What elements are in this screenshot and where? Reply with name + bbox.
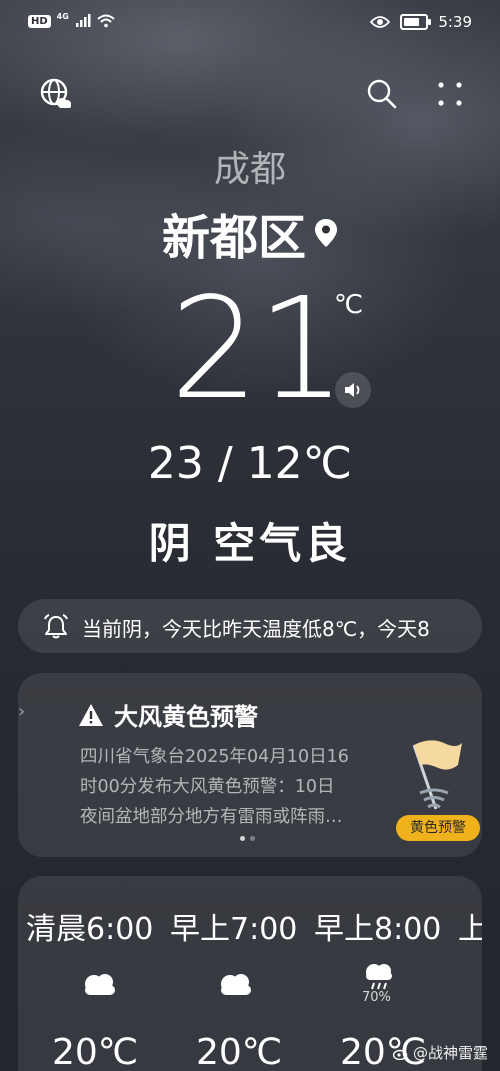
more-menu-icon[interactable] (436, 80, 464, 108)
alarm-bell-icon (44, 614, 68, 639)
ticker-text: 当前阴，今天比昨天温度低8℃，今天8 (82, 617, 430, 641)
hour-time: 早上8:00 (314, 912, 442, 947)
wifi-icon (97, 14, 115, 28)
weather-summary-ticker[interactable]: 当前阴，今天比昨天温度低8℃，今天8 (18, 599, 482, 653)
location-pin-icon (315, 219, 337, 247)
chevron-left-icon[interactable]: › (18, 701, 25, 722)
pager-dots (240, 836, 255, 841)
speaker-icon (345, 383, 360, 397)
current-temperature: 21 (170, 268, 346, 431)
alert-title: 大风黄色预警 (114, 703, 258, 731)
temperature-range: 23 / 12℃ (147, 438, 353, 489)
hour-temperature: 20℃ (52, 1032, 139, 1071)
alert-level-badge: 黄色预警 (396, 815, 480, 841)
hd-badge: HD (28, 14, 51, 28)
wind-flag-icon (412, 740, 462, 810)
district-name[interactable]: 新都区 (162, 198, 306, 268)
hour-temperature: 20℃ (196, 1032, 283, 1071)
network-type: 4G (56, 11, 69, 21)
battery-level (404, 18, 420, 26)
hour-time: 清晨6:00 (26, 912, 154, 947)
search-icon[interactable] (366, 78, 398, 110)
hour-time: 早上7:00 (170, 912, 298, 947)
alert-title-row: 大风黄色预警 (78, 697, 258, 732)
alert-line: 四川省气象台2025年04月10日16 (80, 747, 349, 767)
precipitation-chance: 70% (362, 990, 391, 1005)
hourly-item[interactable]: 早上7:00 20℃ (170, 876, 320, 1071)
rain-cloud-icon (366, 964, 392, 990)
alert-line: 夜间盆地部分地方有雷雨或阵雨… (80, 807, 343, 827)
watermark: @战神雷霆 (392, 1042, 488, 1063)
weibo-logo-icon (392, 1049, 408, 1060)
watermark-text: @战神雷霆 (412, 1044, 488, 1062)
status-left: HD 4G (28, 11, 115, 28)
battery-icon (400, 14, 432, 30)
weather-alert-card[interactable]: › 大风黄色预警 四川省气象台2025年04月10日16 时00分发布大风黄色预… (18, 673, 482, 857)
district-row[interactable]: 新都区 (0, 198, 500, 268)
clock: 5:39 (438, 13, 472, 31)
status-bar: HD 4G 5:39 (0, 0, 500, 48)
cloudy-icon (85, 974, 115, 995)
warning-icon (79, 703, 103, 726)
pager-dot (240, 836, 245, 841)
pager-dot (250, 836, 255, 841)
signal-icon (75, 14, 91, 27)
alert-line: 时00分发布大风黄色预警：10日 (80, 777, 335, 797)
hour-time: 上 (458, 912, 482, 947)
eye-icon (370, 16, 391, 28)
globe-weather-icon[interactable] (40, 78, 72, 110)
alert-body: 四川省气象台2025年04月10日16 时00分发布大风黄色预警：10日 夜间盆… (80, 742, 380, 832)
hourly-item[interactable]: 清晨6:00 20℃ (26, 876, 176, 1071)
status-right: 5:39 (370, 13, 472, 31)
city-name: 成都 (213, 149, 286, 190)
cloudy-icon (221, 974, 251, 995)
voice-broadcast-button[interactable] (335, 372, 371, 408)
weather-condition: 阴 空气良 (148, 519, 352, 568)
temperature-unit: ℃ (334, 290, 364, 320)
